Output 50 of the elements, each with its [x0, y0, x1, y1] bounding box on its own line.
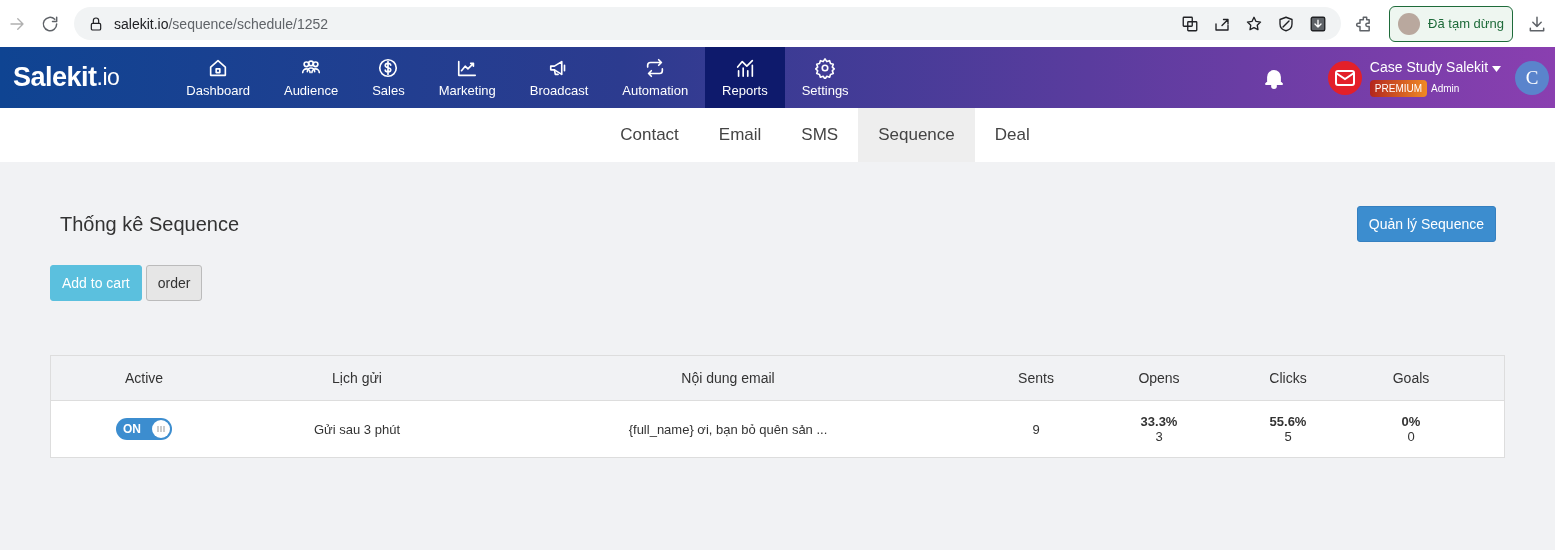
shield-icon[interactable] — [1277, 14, 1296, 33]
table-cell-text: 9 — [1031, 421, 1041, 437]
toggle-switch[interactable]: ON — [116, 418, 172, 440]
table-cell-text: {full_name} ơi, bạn bỏ quên sản ... — [627, 421, 829, 437]
settings-icon[interactable] — [814, 57, 837, 79]
sub-tab[interactable]: Email — [698, 108, 782, 162]
column-header: Sents — [1017, 370, 1055, 386]
nav-item[interactable]: Automation — [605, 47, 706, 108]
premium-badge: PREMIUM — [1369, 80, 1428, 97]
stat-cell-text: 33.3% 3 — [1139, 414, 1179, 444]
logo[interactable]: Salekit.io — [0, 47, 170, 108]
translate-icon[interactable] — [1181, 14, 1200, 33]
column-header: Active — [123, 370, 165, 386]
page-title: Thống kê Sequence — [60, 212, 240, 236]
sub-tab[interactable]: Sequence — [858, 108, 975, 162]
address-bar[interactable]: salekit.io/sequence/schedule/1252 — [74, 7, 1342, 40]
order-button[interactable]: order — [145, 265, 203, 301]
nav-item[interactable]: Broadcast — [512, 47, 606, 108]
caret-icon — [1492, 66, 1501, 72]
nav-item[interactable]: Settings — [784, 47, 866, 108]
nav-item[interactable]: Audience — [266, 47, 356, 108]
nav-item[interactable]: Marketing — [421, 47, 513, 108]
column-header: Clicks — [1268, 370, 1308, 386]
stat-cell-text: 0% 0 — [1400, 414, 1422, 444]
dollar-icon[interactable] — [377, 57, 400, 79]
avatar — [1398, 12, 1421, 35]
nav-item[interactable]: Reports — [705, 47, 785, 108]
sub-tab[interactable]: Contact — [600, 108, 699, 162]
sub-tab[interactable]: Deal — [974, 108, 1050, 162]
column-header: Goals — [1391, 370, 1431, 386]
stat-cell-text: 55.6% 5 — [1268, 414, 1308, 444]
download-icon[interactable] — [1309, 14, 1328, 33]
account-role: Admin — [1431, 83, 1460, 94]
nav-item[interactable]: Dashboard — [169, 47, 267, 108]
nav-item[interactable]: Sales — [355, 47, 422, 108]
account-name[interactable]: Case Study Salekit — [1369, 59, 1501, 75]
table-cell-text: Gửi sau 3 phút — [313, 421, 401, 437]
column-header: Opens — [1137, 370, 1181, 386]
lock-icon[interactable] — [88, 15, 104, 32]
column-header: Lịch gửi — [331, 370, 383, 386]
grip-icon — [157, 425, 165, 433]
profile-button[interactable]: Đã tạm dừng — [1389, 5, 1513, 42]
column-header: Nội dung email — [680, 370, 776, 386]
user-avatar[interactable]: C — [1515, 60, 1549, 95]
sub-tab[interactable]: SMS — [781, 108, 859, 162]
manage-sequence-button[interactable]: Quản lý Sequence — [1356, 206, 1496, 242]
star-icon[interactable] — [1245, 14, 1264, 33]
url-text: salekit.io/sequence/schedule/1252 — [114, 15, 329, 32]
mail-icon — [1334, 69, 1355, 86]
mail-button[interactable] — [1327, 60, 1362, 95]
